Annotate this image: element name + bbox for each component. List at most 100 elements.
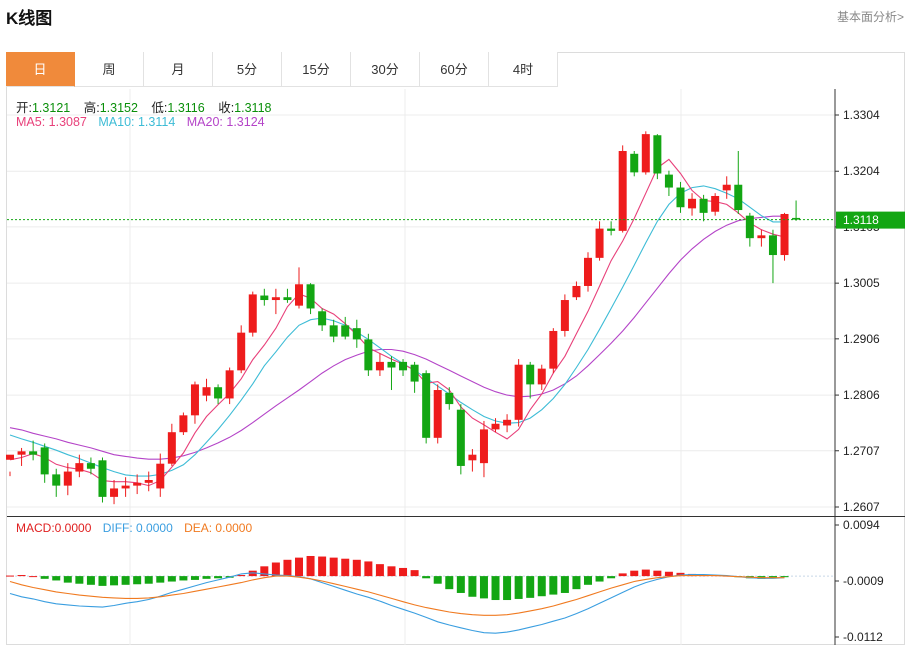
macd-bar (410, 570, 419, 577)
candle (318, 311, 327, 326)
candle (503, 419, 512, 426)
candle (295, 284, 303, 306)
macd-bar (352, 559, 361, 577)
candle (133, 482, 142, 486)
candle (17, 451, 26, 455)
macd-bar (607, 576, 616, 579)
candle (375, 361, 384, 371)
macd-bar (179, 576, 188, 581)
low-value: 1.3116 (167, 101, 205, 115)
candle (179, 415, 188, 433)
macd-tick-label: -0.0009 (843, 574, 884, 588)
candle (40, 447, 49, 475)
macd-bar (29, 576, 38, 578)
macd-bar (584, 576, 592, 585)
candle (52, 474, 61, 486)
macd-bar (110, 576, 119, 586)
candle (595, 228, 604, 258)
candle (734, 184, 743, 211)
candle (641, 134, 650, 173)
macd-bar (422, 576, 431, 579)
candle (445, 392, 454, 405)
macd-bar (537, 576, 546, 597)
candle (607, 228, 616, 231)
ma10-legend: MA10: 1.3114 (98, 115, 176, 129)
candle (537, 368, 546, 385)
macd-bar (329, 557, 338, 577)
high-value: 1.3152 (99, 101, 138, 115)
macd-bar (306, 555, 315, 577)
macd-bar (341, 558, 350, 577)
macd-bar (52, 576, 61, 581)
macd-bar (641, 569, 650, 577)
macd-bar (572, 576, 581, 590)
macd-bar (271, 562, 280, 577)
ma5-line (9, 158, 785, 487)
macd-bar (202, 576, 211, 579)
high-label: 高: (83, 101, 100, 115)
macd-bar (167, 576, 176, 582)
candle (237, 332, 246, 371)
candle (688, 198, 697, 209)
macd-tick-label: 0.0094 (843, 518, 880, 532)
macd-bar (121, 576, 130, 585)
candle (491, 423, 500, 430)
macd-bar (780, 576, 789, 578)
candle (410, 364, 419, 382)
macd-legend-value: MACD:0.0000 (16, 521, 92, 535)
candle (387, 361, 396, 368)
macd-bar (653, 570, 662, 577)
candle (768, 235, 777, 256)
macd-bar (560, 576, 569, 593)
macd-bar (399, 567, 408, 577)
close-value: 1.3118 (234, 101, 272, 115)
candle (202, 387, 211, 396)
macd-bar (6, 575, 14, 577)
candle (514, 364, 523, 420)
candle (225, 370, 234, 399)
macd-bar (514, 576, 523, 599)
candle (468, 454, 477, 461)
macd-bar (156, 576, 165, 583)
candle (549, 330, 558, 369)
macd-bar (456, 576, 465, 593)
candle (260, 295, 269, 301)
macd-bar (214, 576, 223, 579)
candle (456, 409, 465, 466)
candle (722, 184, 731, 191)
candle (780, 213, 789, 256)
dea-legend-value: DEA: 0.0000 (184, 521, 253, 535)
candle (664, 174, 673, 188)
ma20-legend: MA20: 1.3124 (186, 115, 265, 129)
macd-bar (98, 576, 107, 586)
ohlc-readout: 开:1.3121 高:1.3152 低:1.3116 收:1.3118 (16, 97, 281, 116)
macd-bar (375, 564, 384, 577)
price-tick-label: 1.3304 (843, 108, 880, 122)
macd-bar (190, 576, 199, 580)
macd-bar (295, 557, 303, 577)
macd-bar (17, 575, 26, 577)
macd-bar (86, 576, 95, 585)
macd-bar (503, 576, 512, 601)
candle (329, 325, 338, 337)
candle (190, 384, 199, 416)
candle (121, 485, 130, 489)
ma20-line (9, 215, 785, 460)
macd-bar (318, 556, 327, 577)
macd-bar (387, 566, 396, 577)
candle (630, 153, 639, 173)
candle (364, 339, 373, 371)
candle (98, 460, 107, 497)
candle (399, 361, 408, 371)
macd-bar (283, 559, 292, 577)
candle (676, 187, 685, 208)
macd-bar (40, 576, 49, 579)
macd-bar (445, 576, 454, 590)
close-label: 收: (218, 101, 235, 115)
candle (711, 195, 720, 212)
macd-bar (479, 576, 488, 599)
ma10-line (9, 185, 785, 477)
candle (479, 429, 488, 464)
macd-bar (468, 576, 477, 597)
macd-legend: MACD:0.0000 DIFF: 0.0000 DEA: 0.0000 (16, 521, 260, 535)
